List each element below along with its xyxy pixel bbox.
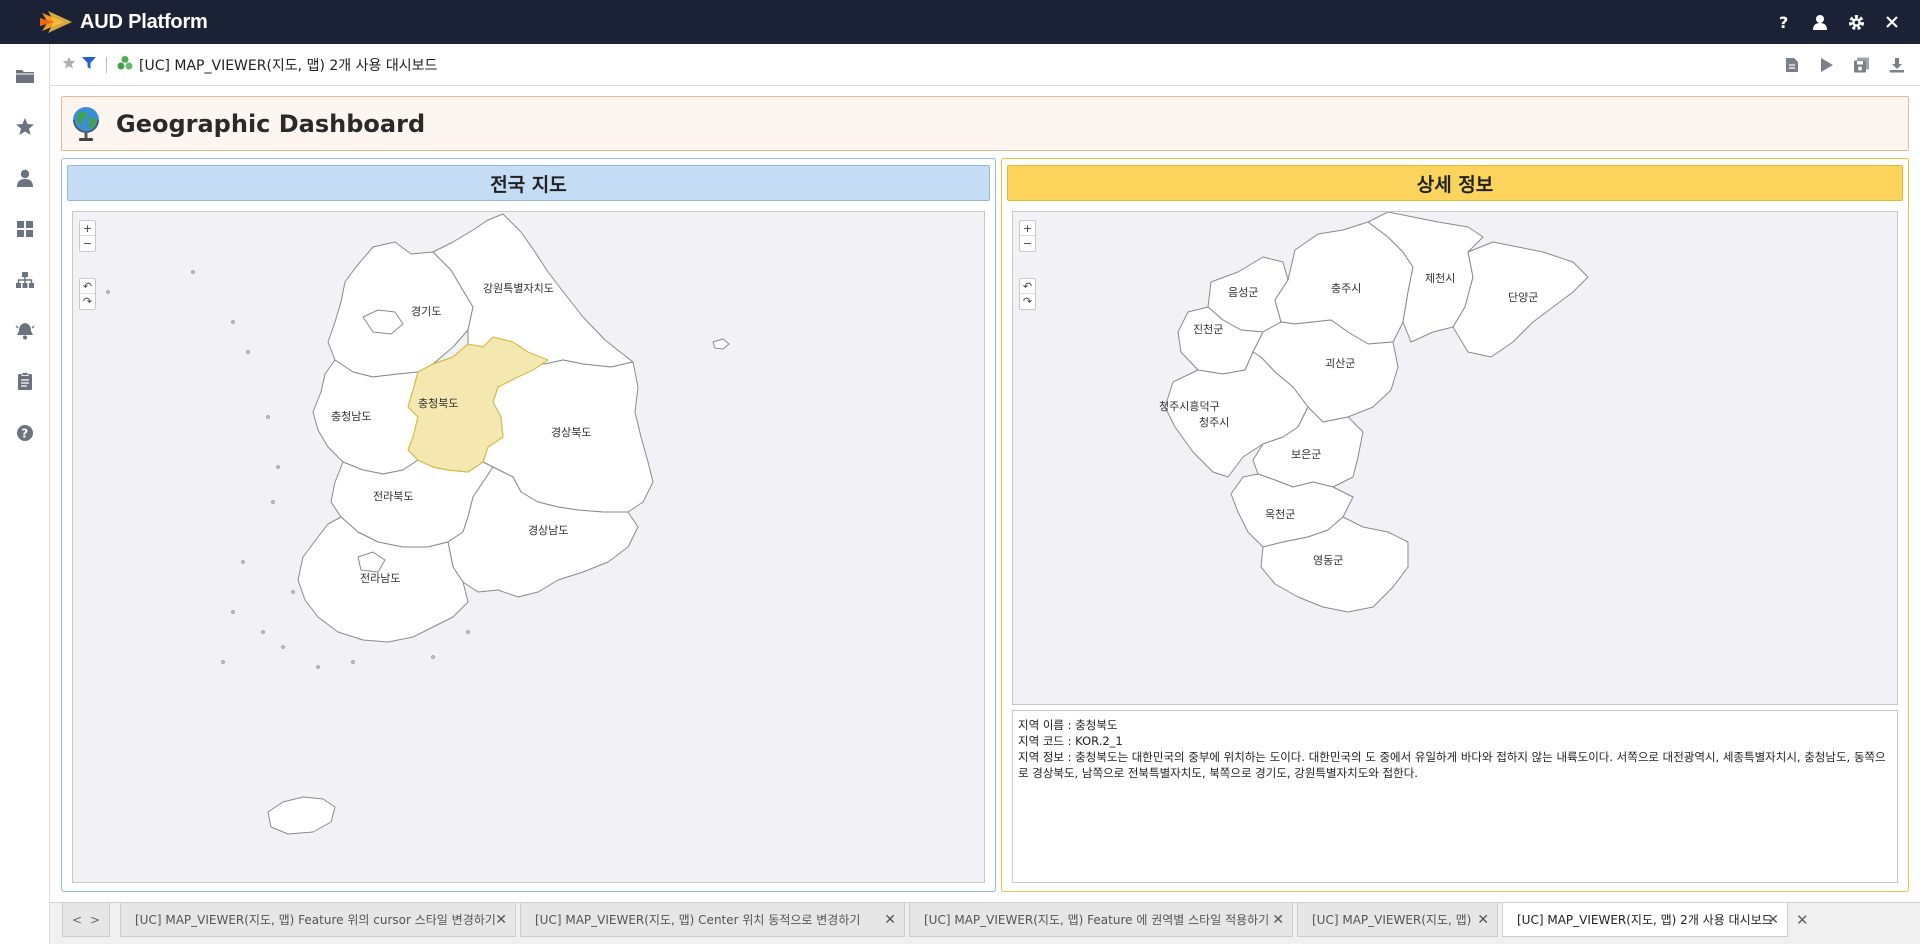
settings-icon[interactable] bbox=[1838, 0, 1874, 44]
favorite-star-icon[interactable] bbox=[62, 55, 76, 74]
national-map-svg: 강원특별자치도 경기도 충청북도 충청남도 경상북도 전라북도 경상남도 전라남… bbox=[106, 213, 730, 835]
label-gyeonggi: 경기도 bbox=[411, 305, 441, 318]
island-ulleung bbox=[712, 338, 730, 350]
toolbar-divider bbox=[106, 56, 107, 73]
hierarchy-icon[interactable] bbox=[0, 254, 50, 305]
left-sidebar: ? bbox=[0, 44, 50, 944]
tab-close-icon[interactable]: ✕ bbox=[1272, 912, 1284, 928]
tab-label: [UC] MAP_VIEWER(지도, 맵) Feature 에 권역별 스타일… bbox=[924, 913, 1270, 927]
detail-map-svg: 음성군 충주시 제천시 단양군 진천군 괴산군 청주시흥덕구 청주시 보은군 옥… bbox=[1159, 212, 1589, 613]
help-icon[interactable]: ? bbox=[1766, 0, 1802, 44]
download-icon[interactable] bbox=[1879, 44, 1914, 86]
tab-close-icon[interactable]: ✕ bbox=[1767, 912, 1779, 928]
label-jeonbuk: 전라북도 bbox=[373, 490, 413, 503]
tab-label: [UC] MAP_VIEWER(지도, 맵) 2개 사용 대시보드 bbox=[1517, 913, 1773, 927]
tab-close-icon[interactable]: ✕ bbox=[884, 912, 896, 928]
detail-heading: 상세 정보 bbox=[1007, 165, 1903, 201]
tab-label: [UC] MAP_VIEWER(지도, 맵) bbox=[1312, 913, 1472, 927]
close-icon[interactable] bbox=[1874, 0, 1910, 44]
dashboard-title-panel: Geographic Dashboard bbox=[61, 96, 1909, 151]
tab-label: [UC] MAP_VIEWER(지도, 맵) Center 위치 동적으로 변경… bbox=[535, 913, 861, 927]
person-icon[interactable] bbox=[0, 152, 50, 203]
document-icon[interactable] bbox=[1774, 44, 1809, 86]
tab-item[interactable]: [UC] MAP_VIEWER(지도, 맵) Feature 위의 cursor… bbox=[120, 903, 516, 937]
info-region-desc: 지역 정보 : 충청북도는 대한민국의 중부에 위치하는 도이다. 대한민국의 … bbox=[1018, 750, 1886, 780]
run-icon[interactable] bbox=[1809, 44, 1844, 86]
label-yeongdong: 영동군 bbox=[1313, 554, 1343, 567]
label-chungju: 충주시 bbox=[1331, 282, 1361, 295]
document-tab-bar: < > [UC] MAP_VIEWER(지도, 맵) Feature 위의 cu… bbox=[50, 902, 1920, 944]
info-region-code: 지역 코드 : KOR.2_1 bbox=[1018, 734, 1123, 748]
label-heungdeok: 청주시흥덕구 bbox=[1159, 399, 1220, 413]
label-chungnam: 충청남도 bbox=[331, 410, 371, 423]
label-goesan: 괴산군 bbox=[1325, 357, 1355, 370]
tab-close-icon[interactable]: ✕ bbox=[495, 912, 507, 928]
label-okcheon: 옥천군 bbox=[1265, 507, 1295, 521]
tab-next-button[interactable]: > bbox=[90, 913, 100, 927]
svg-text:?: ? bbox=[1779, 14, 1788, 30]
folder-icon[interactable] bbox=[0, 50, 50, 101]
label-gyeongbuk: 경상북도 bbox=[551, 426, 591, 439]
region-info-box: 지역 이름 : 충청북도 지역 코드 : KOR.2_1 지역 정보 : 충청북… bbox=[1012, 710, 1898, 883]
report-type-icon bbox=[117, 55, 133, 75]
label-jincheon: 진천군 bbox=[1193, 322, 1223, 336]
app-logo[interactable]: AUD Platform bbox=[40, 9, 208, 35]
svg-text:?: ? bbox=[21, 426, 28, 440]
report-title: [UC] MAP_VIEWER(지도, 맵) 2개 사용 대시보드 bbox=[139, 57, 438, 74]
detail-panel: 상세 정보 + − ↶ ↷ 음성군 충주시 제천시 단양군 진천군 괴산군 청주… bbox=[1001, 158, 1909, 892]
label-eumseong: 음성군 bbox=[1228, 286, 1258, 299]
report-toolbar: [UC] MAP_VIEWER(지도, 맵) 2개 사용 대시보드 bbox=[50, 44, 1920, 86]
star-icon[interactable] bbox=[0, 101, 50, 152]
tab-nav: < > bbox=[62, 903, 110, 937]
tab-item-active[interactable]: [UC] MAP_VIEWER(지도, 맵) 2개 사용 대시보드 ✕ bbox=[1502, 903, 1788, 937]
tab-item[interactable]: [UC] MAP_VIEWER(지도, 맵) Feature 에 권역별 스타일… bbox=[909, 903, 1293, 937]
label-cheongju: 청주시 bbox=[1199, 416, 1229, 429]
label-chungbuk: 충청북도 bbox=[418, 397, 458, 410]
info-region-name: 지역 이름 : 충청북도 bbox=[1018, 718, 1118, 732]
label-boeun: 보은군 bbox=[1291, 448, 1321, 461]
top-bar: AUD Platform ? bbox=[0, 0, 1920, 44]
app-title: AUD Platform bbox=[80, 10, 208, 33]
tab-item[interactable]: [UC] MAP_VIEWER(지도, 맵) ✕ bbox=[1297, 903, 1498, 937]
tab-item[interactable]: [UC] MAP_VIEWER(지도, 맵) Center 위치 동적으로 변경… bbox=[520, 903, 905, 937]
bell-icon[interactable] bbox=[0, 305, 50, 356]
national-map-panel: 전국 지도 + − ↶ ↷ 강원특별자치도 경기도 충청북도 충청남도 경상북도… bbox=[61, 158, 996, 892]
user-icon[interactable] bbox=[1802, 0, 1838, 44]
dashboard-title: Geographic Dashboard bbox=[116, 109, 426, 138]
region-jeju[interactable] bbox=[267, 796, 336, 835]
label-jecheon: 제천시 bbox=[1425, 271, 1455, 285]
globe-icon bbox=[70, 104, 102, 144]
save-as-icon[interactable] bbox=[1844, 44, 1879, 86]
national-map-heading: 전국 지도 bbox=[67, 165, 990, 201]
national-map-viewer[interactable]: + − ↶ ↷ 강원특별자치도 경기도 충청북도 충청남도 경상북도 전라북도 … bbox=[72, 211, 985, 883]
tab-close-icon[interactable]: ✕ bbox=[1477, 912, 1489, 928]
filter-icon[interactable] bbox=[82, 55, 96, 74]
tab-prev-button[interactable]: < bbox=[72, 913, 82, 927]
close-all-tabs-button[interactable]: ✕ bbox=[1796, 911, 1809, 929]
detail-map-viewer[interactable]: + − ↶ ↷ 음성군 충주시 제천시 단양군 진천군 괴산군 청주시흥덕구 청… bbox=[1012, 211, 1898, 705]
label-danyang: 단양군 bbox=[1508, 291, 1538, 304]
label-gyeongnam: 경상남도 bbox=[528, 524, 568, 537]
label-gangwon: 강원특별자치도 bbox=[483, 282, 554, 295]
clipboard-icon[interactable] bbox=[0, 356, 50, 407]
dashboard-icon[interactable] bbox=[0, 203, 50, 254]
question-icon[interactable]: ? bbox=[0, 407, 50, 458]
label-jeonnam: 전라남도 bbox=[360, 572, 400, 585]
tab-label: [UC] MAP_VIEWER(지도, 맵) Feature 위의 cursor… bbox=[135, 913, 496, 927]
logo-icon bbox=[40, 11, 72, 33]
